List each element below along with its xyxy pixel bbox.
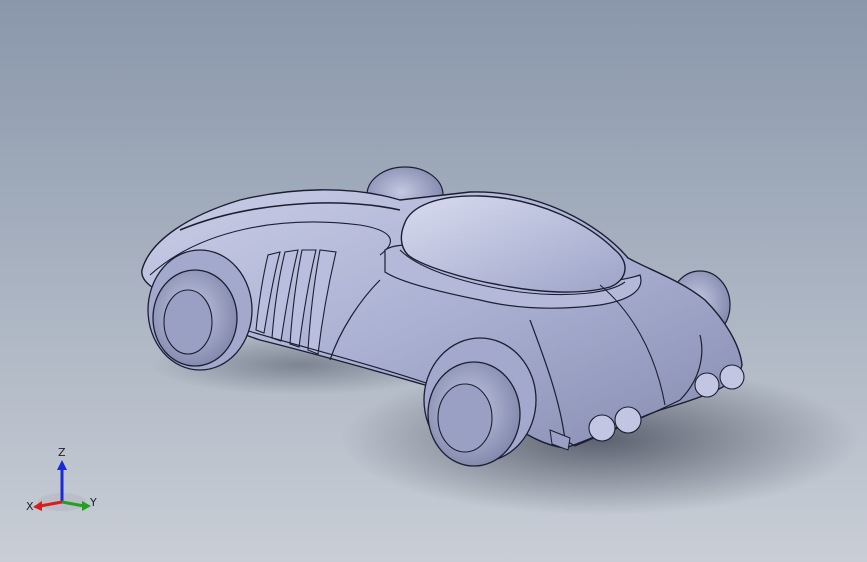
front-wheel-hub bbox=[437, 383, 493, 453]
orientation-triad[interactable]: Z X Y bbox=[24, 440, 104, 520]
z-axis-label: Z bbox=[58, 446, 66, 459]
x-axis-label: X bbox=[26, 500, 34, 513]
3d-viewport[interactable]: Z X Y bbox=[0, 0, 867, 562]
car-model[interactable] bbox=[0, 0, 867, 562]
z-axis-arrow-icon bbox=[57, 460, 67, 470]
rear-wheel-hub bbox=[163, 289, 213, 355]
y-axis-label: Y bbox=[89, 496, 97, 509]
x-axis-arrow-icon bbox=[33, 501, 42, 511]
